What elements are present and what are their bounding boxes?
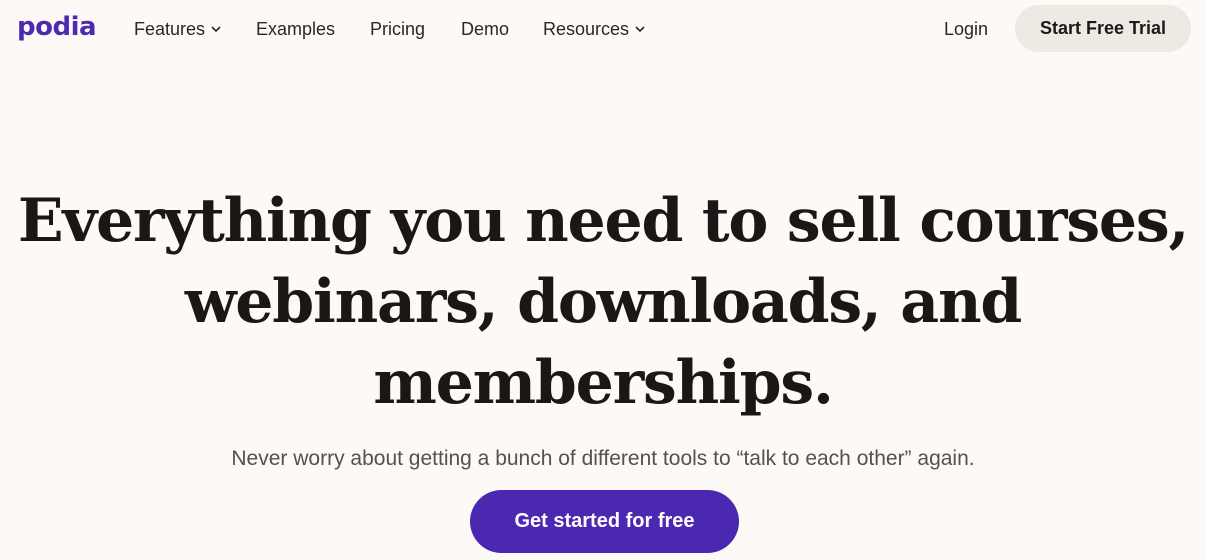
nav-item-label: Resources xyxy=(543,19,630,39)
nav-item-pricing[interactable]: Pricing xyxy=(370,17,425,41)
top-navigation: podia Features Examples Pricing Demo Res… xyxy=(0,0,1206,58)
hero-headline: Everything you need to sell courses, web… xyxy=(0,181,1206,424)
chevron-down-icon xyxy=(211,24,221,34)
nav-item-label: Demo xyxy=(461,19,510,39)
hero-headline-line: Everything you need to sell courses, xyxy=(17,186,1190,256)
start-free-trial-button[interactable]: Start Free Trial xyxy=(1015,5,1191,52)
nav-item-label: Features xyxy=(134,19,206,39)
nav-item-label: Pricing xyxy=(370,19,426,39)
get-started-button[interactable]: Get started for free xyxy=(470,490,739,553)
hero-headline-line: memberships. xyxy=(373,348,834,418)
login-link[interactable]: Login xyxy=(944,17,988,41)
chevron-down-icon xyxy=(635,24,645,34)
nav-item-examples[interactable]: Examples xyxy=(256,17,335,41)
nav-item-demo[interactable]: Demo xyxy=(461,17,509,41)
nav-item-label: Examples xyxy=(256,19,336,39)
hero-headline-line: webinars, downloads, and xyxy=(184,267,1023,337)
nav-item-resources[interactable]: Resources xyxy=(543,17,645,41)
podia-logo[interactable]: podia xyxy=(17,9,97,45)
hero-subtext: Never worry about getting a bunch of dif… xyxy=(231,447,975,470)
nav-item-features[interactable]: Features xyxy=(134,17,221,41)
